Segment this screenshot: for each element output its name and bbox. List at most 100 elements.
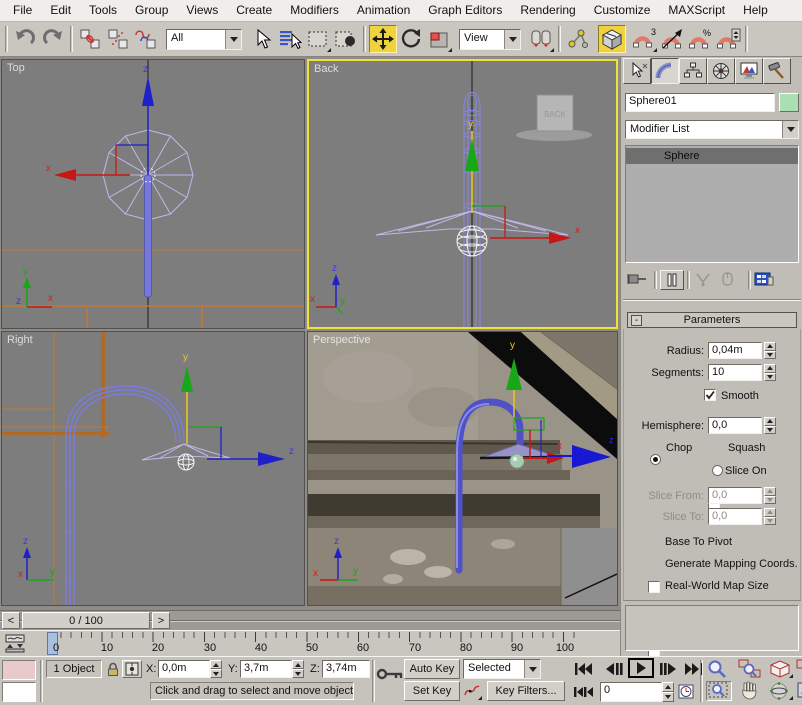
spinner-snap-button[interactable] bbox=[714, 25, 742, 53]
unlink-button[interactable] bbox=[104, 25, 132, 53]
chop-radio[interactable] bbox=[650, 454, 661, 465]
select-and-link-button[interactable] bbox=[76, 25, 104, 53]
parameters-rollout-header[interactable]: - Parameters bbox=[627, 312, 797, 328]
object-name-field[interactable]: Sphere01 bbox=[625, 93, 775, 112]
previous-frame-button[interactable]: < bbox=[2, 612, 20, 629]
modifier-stack[interactable]: Sphere bbox=[625, 145, 799, 263]
play-button[interactable] bbox=[628, 658, 654, 678]
x-spinner[interactable] bbox=[210, 660, 222, 678]
key-mode-dropdown[interactable]: Selected bbox=[463, 659, 541, 679]
y-coordinate-field[interactable]: 3,7m bbox=[240, 660, 292, 678]
select-and-rotate-button[interactable] bbox=[397, 25, 425, 53]
tab-modify[interactable] bbox=[651, 58, 679, 84]
selected-sphere-perspective[interactable] bbox=[510, 454, 524, 468]
dropdown-arrow-icon[interactable] bbox=[524, 660, 540, 678]
use-pivot-center-button[interactable] bbox=[527, 25, 555, 53]
segments-field[interactable]: 10 bbox=[708, 364, 762, 381]
y-spinner[interactable] bbox=[292, 660, 304, 678]
lamp-pole-top[interactable] bbox=[145, 175, 152, 297]
squash-radio[interactable] bbox=[712, 465, 723, 476]
base-to-pivot-checkbox[interactable] bbox=[648, 581, 660, 593]
menu-rendering[interactable]: Rendering bbox=[511, 0, 584, 21]
menu-create[interactable]: Create bbox=[227, 0, 281, 21]
frame-spinner[interactable] bbox=[662, 682, 674, 702]
viewport-top[interactable]: Top bbox=[1, 59, 305, 329]
snaps-toggle-button[interactable] bbox=[598, 25, 626, 53]
go-to-end-button[interactable] bbox=[682, 659, 707, 679]
x-coordinate-field[interactable]: 0,0m bbox=[158, 660, 210, 678]
minmax-toggle-button[interactable] bbox=[796, 681, 802, 701]
set-key-button[interactable]: Set Key bbox=[404, 681, 460, 701]
menu-graph-editors[interactable]: Graph Editors bbox=[419, 0, 511, 21]
time-slider-handle[interactable]: 0 / 100 bbox=[22, 612, 150, 629]
auto-key-button[interactable]: Auto Key bbox=[404, 659, 460, 679]
viewport-back-label[interactable]: Back bbox=[314, 63, 338, 75]
next-frame-button[interactable]: > bbox=[152, 612, 170, 629]
pan-button[interactable] bbox=[738, 681, 762, 704]
tab-create[interactable] bbox=[623, 58, 651, 84]
reference-coordinate-dropdown[interactable]: View bbox=[459, 29, 521, 50]
radius-field[interactable]: 0,04m bbox=[708, 342, 762, 359]
arc-rotate-button[interactable] bbox=[768, 681, 794, 701]
object-color-swatch[interactable] bbox=[779, 93, 799, 112]
tab-display[interactable] bbox=[735, 58, 763, 84]
tab-utilities[interactable] bbox=[763, 58, 791, 84]
maxscript-mini-listener[interactable] bbox=[2, 660, 36, 680]
current-frame-field[interactable]: 0 bbox=[600, 682, 662, 702]
time-configuration-button[interactable] bbox=[678, 683, 700, 704]
dropdown-arrow-icon[interactable] bbox=[504, 30, 520, 49]
selection-filter-dropdown[interactable]: All bbox=[166, 29, 242, 50]
trackbar-toggle-button[interactable] bbox=[4, 634, 30, 657]
angle-snap-arrow-button[interactable] bbox=[658, 25, 686, 53]
select-object-button[interactable] bbox=[248, 25, 276, 53]
viewport-back[interactable]: Back BACK bbox=[307, 59, 618, 329]
select-and-move-button[interactable] bbox=[369, 25, 397, 53]
previous-frame-step-button[interactable] bbox=[602, 659, 624, 679]
menu-tools[interactable]: Tools bbox=[80, 0, 126, 21]
ghost-back-object[interactable]: BACK bbox=[516, 95, 592, 141]
bind-to-spacewarp-button[interactable] bbox=[132, 25, 160, 53]
stack-item-sphere[interactable]: Sphere bbox=[626, 148, 798, 164]
modifier-list-dropdown[interactable]: Modifier List bbox=[625, 120, 799, 139]
angle-snap-button[interactable]: 3 bbox=[630, 25, 658, 53]
select-and-manipulate-button[interactable] bbox=[564, 25, 592, 53]
viewport-perspective[interactable]: Perspective bbox=[307, 331, 618, 606]
time-slider-track[interactable]: < 0 / 100 > bbox=[0, 610, 620, 630]
rollout-collapse-icon[interactable]: - bbox=[631, 315, 642, 326]
zoom-button[interactable] bbox=[706, 659, 730, 682]
tab-hierarchy[interactable] bbox=[679, 58, 707, 84]
dropdown-arrow-icon[interactable] bbox=[782, 121, 798, 138]
select-and-scale-button[interactable] bbox=[425, 25, 453, 53]
segments-spinner[interactable] bbox=[764, 364, 776, 381]
make-unique-button[interactable] bbox=[693, 271, 719, 290]
menu-help[interactable]: Help bbox=[734, 0, 777, 21]
move-gizmo-right[interactable]: y z bbox=[181, 352, 294, 466]
remove-modifier-button[interactable] bbox=[719, 271, 745, 290]
menu-edit[interactable]: Edit bbox=[41, 0, 80, 21]
menu-group[interactable]: Group bbox=[126, 0, 177, 21]
tab-motion[interactable] bbox=[707, 58, 735, 84]
zoom-all-button[interactable] bbox=[738, 659, 762, 682]
menu-views[interactable]: Views bbox=[177, 0, 227, 21]
lock-selection-button[interactable] bbox=[106, 661, 120, 680]
zoom-extents-all-button[interactable] bbox=[796, 659, 802, 679]
undo-button[interactable] bbox=[11, 25, 39, 53]
menu-modifiers[interactable]: Modifiers bbox=[281, 0, 348, 21]
go-to-start-button[interactable] bbox=[572, 659, 597, 679]
dropdown-arrow-icon[interactable] bbox=[225, 30, 241, 49]
smooth-checkbox[interactable] bbox=[704, 389, 716, 401]
next-frame-step-button[interactable] bbox=[658, 659, 680, 679]
hemisphere-spinner[interactable] bbox=[764, 417, 776, 434]
rectangular-selection-region-button[interactable] bbox=[304, 25, 332, 53]
radius-spinner[interactable] bbox=[764, 342, 776, 359]
lamp-pole-wireframe-right[interactable] bbox=[65, 386, 184, 605]
default-tangent-button[interactable] bbox=[463, 683, 483, 701]
viewport-perspective-label[interactable]: Perspective bbox=[313, 334, 370, 346]
window-crossing-button[interactable] bbox=[332, 25, 360, 53]
maxscript-listener[interactable] bbox=[2, 682, 36, 702]
viewport-top-label[interactable]: Top bbox=[7, 62, 25, 74]
key-mode-toggle-button[interactable] bbox=[572, 683, 596, 704]
umbrella-wireframe-right[interactable] bbox=[142, 444, 230, 460]
set-keys-button[interactable] bbox=[376, 665, 404, 686]
viewport-right[interactable]: Right bbox=[1, 331, 305, 606]
